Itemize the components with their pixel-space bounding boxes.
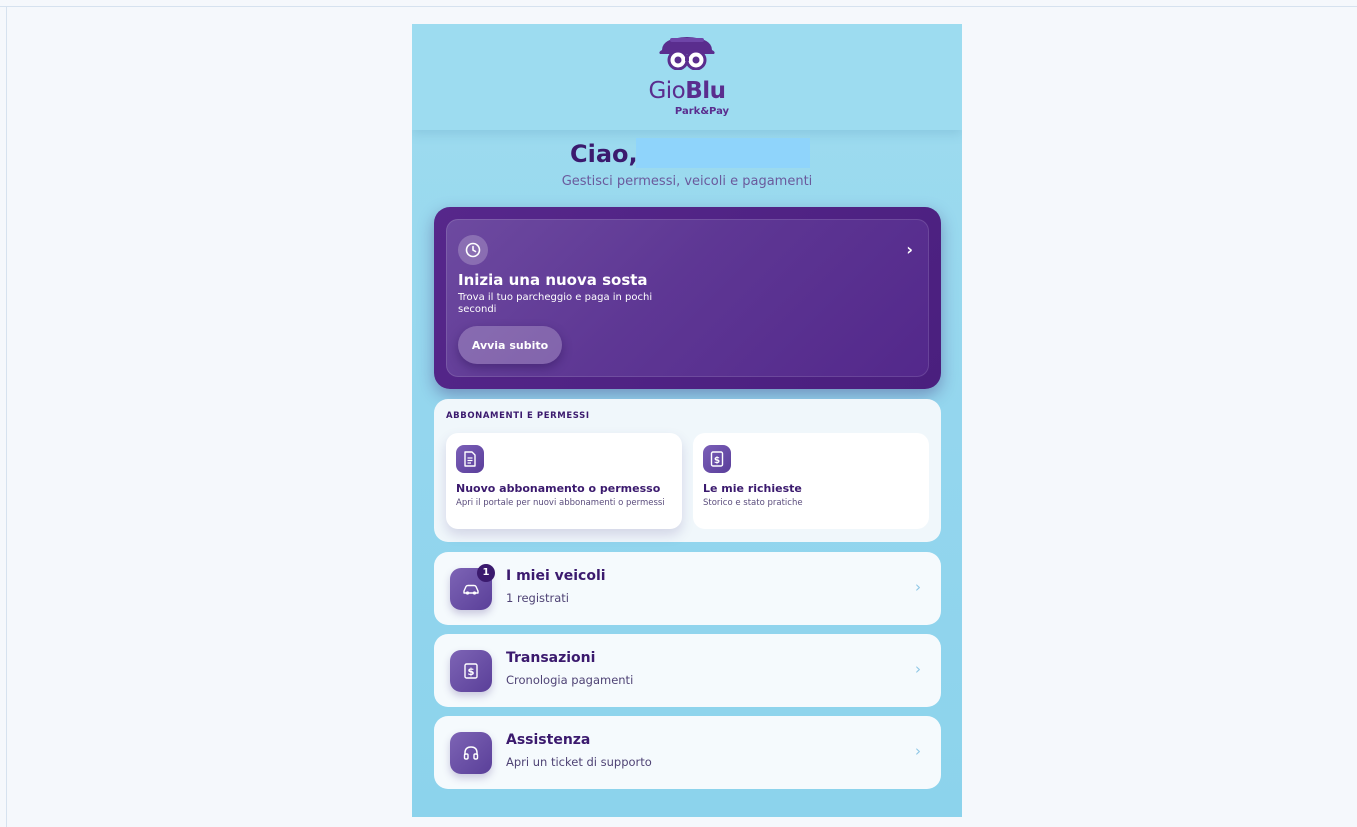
new-permit-description: Apri il portale per nuovi abbonamenti o … xyxy=(456,498,665,508)
logo-text-thin: Gio xyxy=(648,78,686,104)
menu-item-vehicles[interactable]: 1 I miei veicoli 1 registrati › xyxy=(434,552,941,625)
vehicles-title: I miei veicoli xyxy=(506,568,606,584)
svg-text:$: $ xyxy=(468,667,475,678)
start-now-button[interactable]: Avvia subito xyxy=(458,326,562,364)
menu-item-transactions[interactable]: $ Transazioni Cronologia pagamenti › xyxy=(434,634,941,707)
page-border-left xyxy=(6,6,7,827)
receipt-icon: $ xyxy=(703,445,731,473)
new-permit-tile[interactable]: Nuovo abbonamento o permesso Apri il por… xyxy=(446,433,682,529)
support-title: Assistenza xyxy=(506,732,591,748)
app-screen: GioBlu Park&Pay Ciao, Gestisci permessi,… xyxy=(412,24,962,817)
start-parking-card[interactable]: › Inizia una nuova sosta Trova il tuo pa… xyxy=(434,207,941,389)
chevron-right-icon: › xyxy=(906,240,913,259)
mascot-logo-icon xyxy=(659,37,715,70)
permits-section: ABBONAMENTI E PERMESSI Nuovo abbonamento… xyxy=(434,399,941,542)
chevron-right-icon: › xyxy=(915,742,921,760)
app-logo: GioBlu xyxy=(412,78,962,104)
start-parking-title: Inizia una nuova sosta xyxy=(458,271,648,289)
logo-subtitle: Park&Pay xyxy=(674,106,730,117)
support-subtitle: Apri un ticket di supporto xyxy=(506,755,652,769)
chevron-right-icon: › xyxy=(915,660,921,678)
chevron-right-icon: › xyxy=(915,578,921,596)
logo-text-bold: Blu xyxy=(685,78,726,104)
menu-item-support[interactable]: Assistenza Apri un ticket di supporto › xyxy=(434,716,941,789)
vehicles-subtitle: 1 registrati xyxy=(506,591,569,605)
my-requests-description: Storico e stato pratiche xyxy=(703,498,803,508)
headset-icon xyxy=(450,732,492,774)
redacted-user-name xyxy=(636,138,810,168)
my-requests-title: Le mie richieste xyxy=(703,482,802,495)
transactions-subtitle: Cronologia pagamenti xyxy=(506,673,634,687)
app-header: GioBlu Park&Pay xyxy=(412,24,962,130)
start-parking-description: Trova il tuo parcheggio e paga in pochi … xyxy=(458,292,653,315)
new-permit-title: Nuovo abbonamento o permesso xyxy=(456,482,661,495)
transactions-title: Transazioni xyxy=(506,650,596,666)
permits-section-title: ABBONAMENTI E PERMESSI xyxy=(446,411,590,421)
receipt-icon: $ xyxy=(450,650,492,692)
svg-text:$: $ xyxy=(714,456,720,466)
greeting-title: Ciao, xyxy=(570,140,638,168)
vehicle-count-badge: 1 xyxy=(477,564,495,582)
clock-icon xyxy=(458,235,488,265)
document-icon xyxy=(456,445,484,473)
my-requests-tile[interactable]: $ Le mie richieste Storico e stato prati… xyxy=(693,433,929,529)
start-parking-card-inner: › Inizia una nuova sosta Trova il tuo pa… xyxy=(446,219,929,377)
greeting-subtitle: Gestisci permessi, veicoli e pagamenti xyxy=(561,174,813,189)
page-border-top xyxy=(0,6,1357,7)
